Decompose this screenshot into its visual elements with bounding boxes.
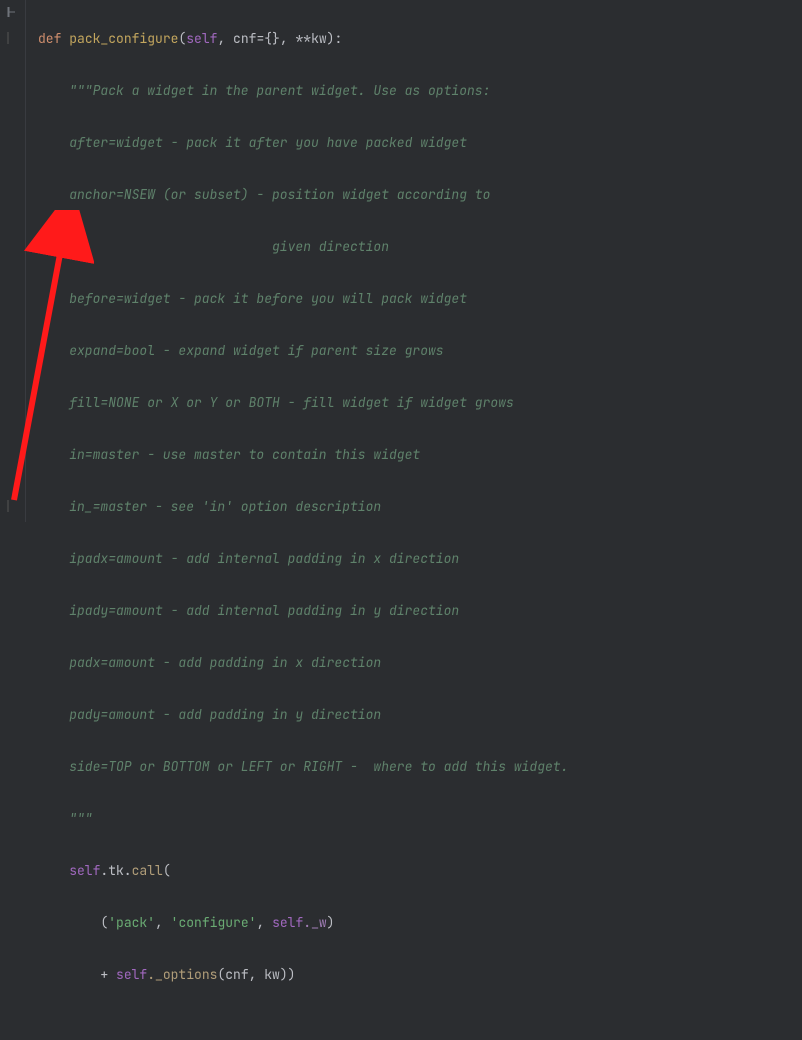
param-self: self [186, 30, 217, 47]
string-literal: 'pack' [108, 914, 155, 931]
docstring-line: expand=bool - expand widget if parent si… [69, 342, 443, 359]
identifier-self: self [272, 914, 303, 931]
docstring-line: pady=amount - add padding in y direction [69, 706, 381, 723]
docstring-line: in=master - use master to contain this w… [69, 446, 420, 463]
docstring-line: in_=master - see 'in' option description [69, 498, 381, 515]
code-line: ('pack', 'configure', self._w) [38, 910, 568, 936]
code-line: before=widget - pack it before you will … [38, 286, 568, 312]
param-kw: kw [311, 30, 327, 47]
code-line: self.tk.call( [38, 858, 568, 884]
docstring-line: fill=NONE or X or Y or BOTH - fill widge… [69, 394, 514, 411]
code-line: anchor=NSEW (or subset) - position widge… [38, 182, 568, 208]
identifier-self: self [69, 862, 100, 879]
docstring-line: """ [69, 810, 92, 827]
docstring-line: anchor=NSEW (or subset) - position widge… [69, 186, 490, 203]
code-line: ipady=amount - add internal padding in y… [38, 598, 568, 624]
identifier-self: self [116, 966, 147, 983]
code-line: """Pack a widget in the parent widget. U… [38, 78, 568, 104]
fold-toggle-icon[interactable] [6, 32, 18, 44]
code-line: in_=master - see 'in' option description [38, 494, 568, 520]
docstring-line: after=widget - pack it after you have pa… [69, 134, 467, 151]
attribute-w: ._w [303, 914, 326, 931]
docstring-line: ipadx=amount - add internal padding in x… [69, 550, 459, 567]
code-line: ipadx=amount - add internal padding in x… [38, 546, 568, 572]
docstring-line: padx=amount - add padding in x direction [69, 654, 381, 671]
code-line: given direction [38, 234, 568, 260]
string-literal: 'configure' [171, 914, 257, 931]
code-line: expand=bool - expand widget if parent si… [38, 338, 568, 364]
param-cnf: cnf [233, 30, 256, 47]
code-line: """ [38, 806, 568, 832]
code-line: after=widget - pack it after you have pa… [38, 130, 568, 156]
fold-toggle-icon[interactable] [6, 6, 18, 18]
method-call: call [132, 862, 163, 879]
method-options: ._options [147, 966, 217, 983]
code-line: side=TOP or BOTTOM or LEFT or RIGHT - wh… [38, 754, 568, 780]
function-name: pack_configure [69, 30, 178, 47]
code-line: def pack_configure(self, cnf={}, **kw): [38, 26, 568, 52]
docstring-line: given direction [69, 238, 389, 255]
code-line: padx=amount - add padding in x direction [38, 650, 568, 676]
code-line: pady=amount - add padding in y direction [38, 702, 568, 728]
gutter [0, 0, 26, 522]
keyword-def: def [38, 30, 61, 47]
docstring-line: ipady=amount - add internal padding in y… [69, 602, 459, 619]
code-line: + self._options(cnf, kw)) [38, 962, 568, 988]
code-editor: def pack_configure(self, cnf={}, **kw): … [0, 0, 802, 522]
code-line: in=master - use master to contain this w… [38, 442, 568, 468]
fold-toggle-icon[interactable] [6, 500, 18, 512]
docstring-line: """Pack a widget in the parent widget. U… [69, 82, 490, 99]
code-area[interactable]: def pack_configure(self, cnf={}, **kw): … [26, 0, 568, 522]
docstring-line: before=widget - pack it before you will … [69, 290, 467, 307]
code-line: fill=NONE or X or Y or BOTH - fill widge… [38, 390, 568, 416]
docstring-line: side=TOP or BOTTOM or LEFT or RIGHT - wh… [69, 758, 568, 775]
